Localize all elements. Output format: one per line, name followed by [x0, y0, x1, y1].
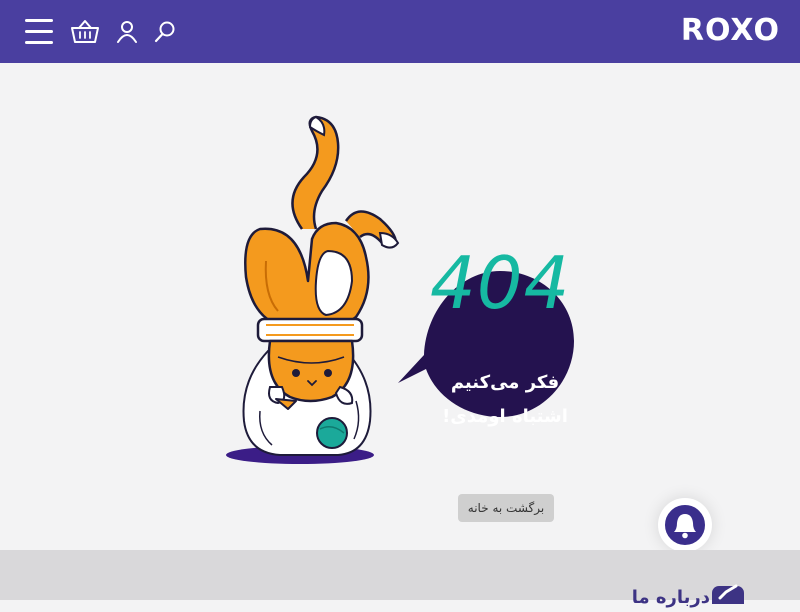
bell-icon	[674, 514, 696, 539]
bell-badge	[663, 503, 707, 547]
error-code-404: 404	[430, 241, 571, 325]
footer-about-heading: درباره ما	[631, 587, 710, 608]
error-message-line1: فکر می‌کنیم	[450, 372, 560, 393]
menu-icon[interactable]	[23, 17, 55, 47]
error-404-section: 404 فکر می‌کنیم اشتباه اومدی! برگشت به خ…	[0, 63, 800, 550]
back-home-button[interactable]: برگشت به خانه	[458, 494, 554, 522]
cat-in-jar-illustration	[226, 115, 400, 464]
search-icon[interactable]	[153, 20, 177, 44]
basket-icon[interactable]	[70, 18, 100, 46]
roxo-logo[interactable]: ROXO	[681, 14, 780, 48]
error-message-line2: اشتباه اومدی!	[442, 406, 568, 427]
error-message: فکر می‌کنیم اشتباه اومدی!	[432, 366, 578, 434]
notification-bell-button[interactable]	[658, 498, 712, 552]
top-navbar: ROXO	[0, 0, 800, 63]
check-icon	[712, 584, 744, 604]
user-icon[interactable]	[116, 20, 138, 44]
footer: درباره ما	[0, 550, 800, 608]
